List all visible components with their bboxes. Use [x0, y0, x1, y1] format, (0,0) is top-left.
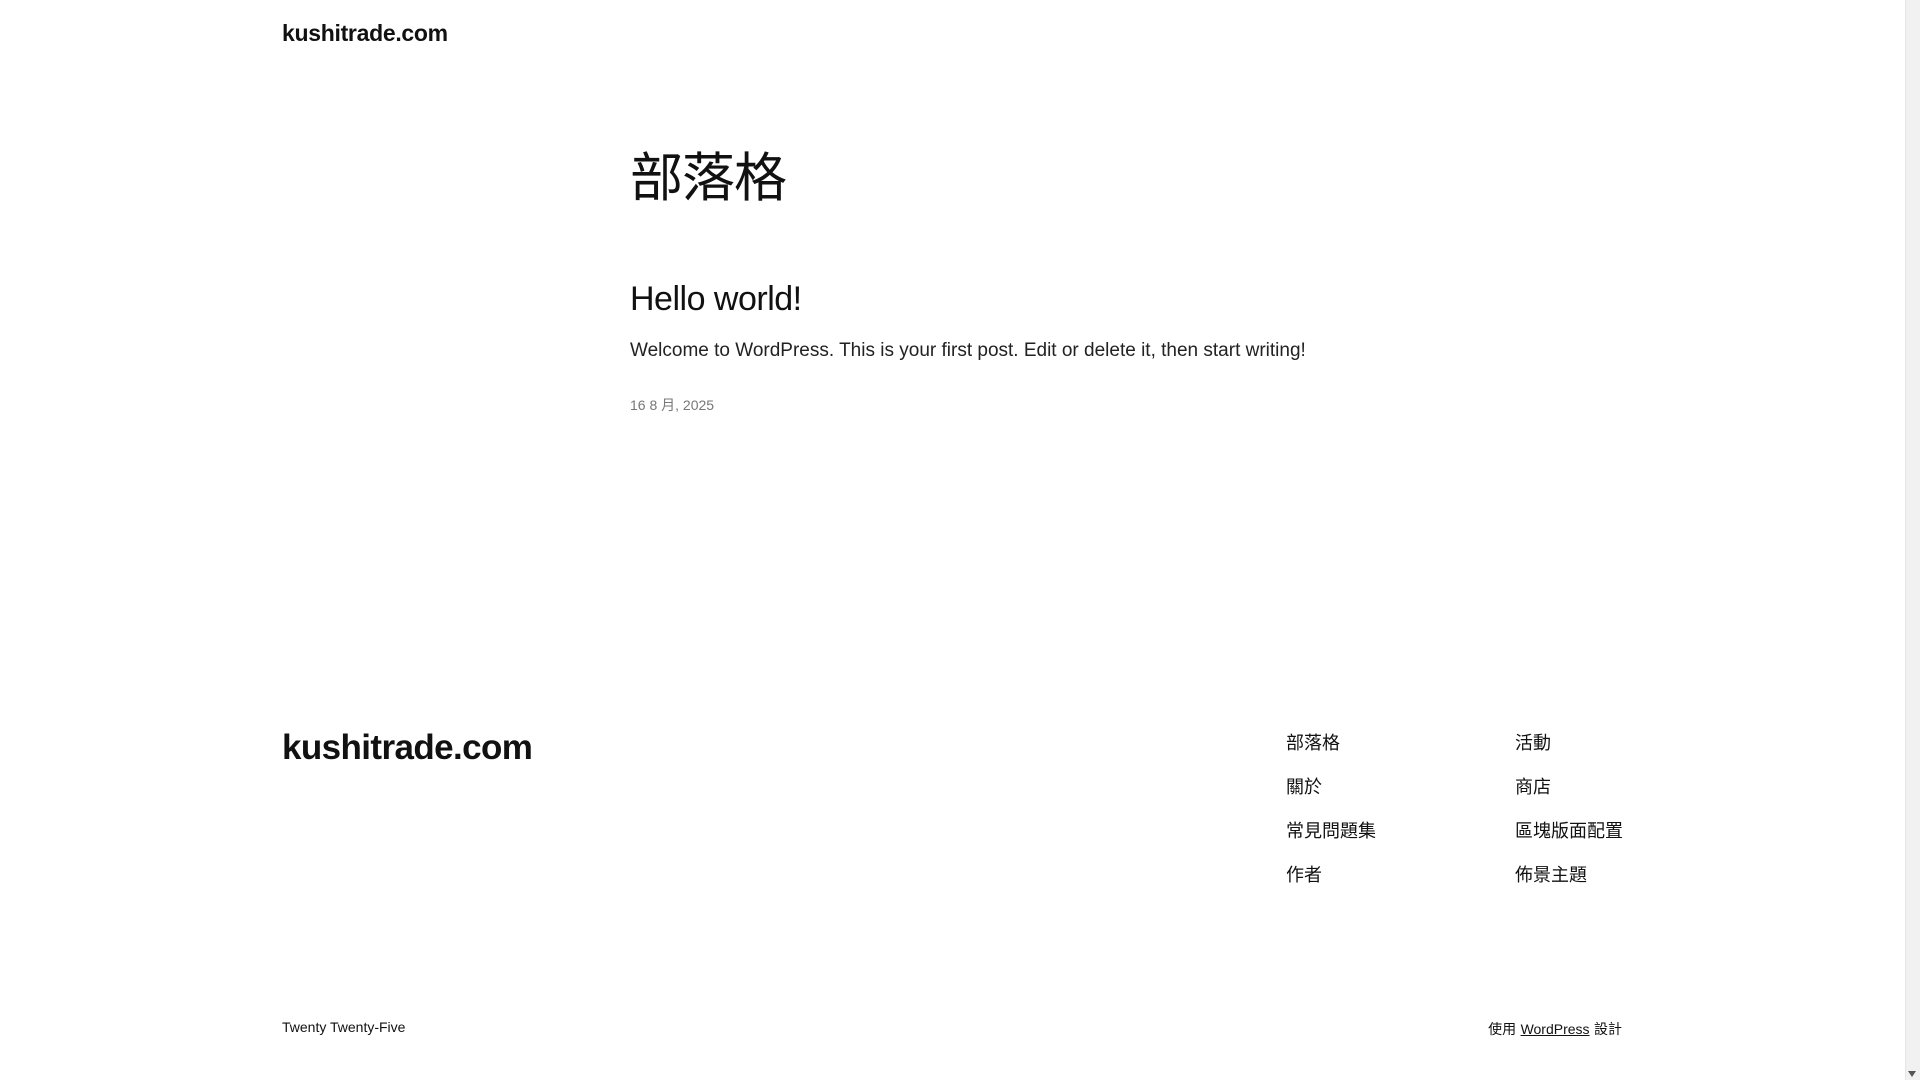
footer-nav-item-shop[interactable]: 商店 [1515, 772, 1623, 816]
powered-by-prefix: 使用 [1488, 1022, 1517, 1038]
wordpress-link[interactable]: WordPress [1521, 1021, 1590, 1037]
post-date: 16 8 月, 2025 [630, 397, 715, 413]
footer-nav-item-blog[interactable]: 部落格 [1286, 728, 1376, 772]
post-excerpt: Welcome to WordPress. This is your first… [630, 340, 1306, 361]
footer-nav-column-1: 部落格 關於 常見問題集 作者 [1286, 728, 1376, 904]
footer-nav-item-faq[interactable]: 常見問題集 [1286, 816, 1376, 860]
page-viewport: kushitrade.com 部落格 Hello world! Welcome … [0, 0, 1920, 1080]
page-title: 部落格 [630, 148, 787, 209]
post-title-link[interactable]: Hello world! [630, 280, 802, 319]
site-title-link[interactable]: kushitrade.com [282, 20, 448, 47]
footer-site-title-link[interactable]: kushitrade.com [282, 728, 533, 768]
footer-nav-item-authors[interactable]: 作者 [1286, 860, 1376, 904]
powered-by-suffix: 設計 [1594, 1022, 1622, 1038]
footer-nav-item-patterns[interactable]: 區塊版面配置 [1515, 816, 1623, 860]
footer-nav-item-events[interactable]: 活動 [1515, 728, 1623, 772]
footer-nav-item-about[interactable]: 關於 [1286, 772, 1376, 816]
footer-nav-column-2: 活動 商店 區塊版面配置 佈景主題 [1515, 728, 1623, 904]
vertical-scrollbar[interactable] [1905, 0, 1920, 1080]
footer-nav-item-themes[interactable]: 佈景主題 [1515, 860, 1623, 904]
powered-by-credit: 使用 WordPress 設計 [1488, 1019, 1622, 1039]
theme-credit: Twenty Twenty-Five [282, 1019, 406, 1035]
chevron-down-icon[interactable] [1908, 1071, 1916, 1077]
